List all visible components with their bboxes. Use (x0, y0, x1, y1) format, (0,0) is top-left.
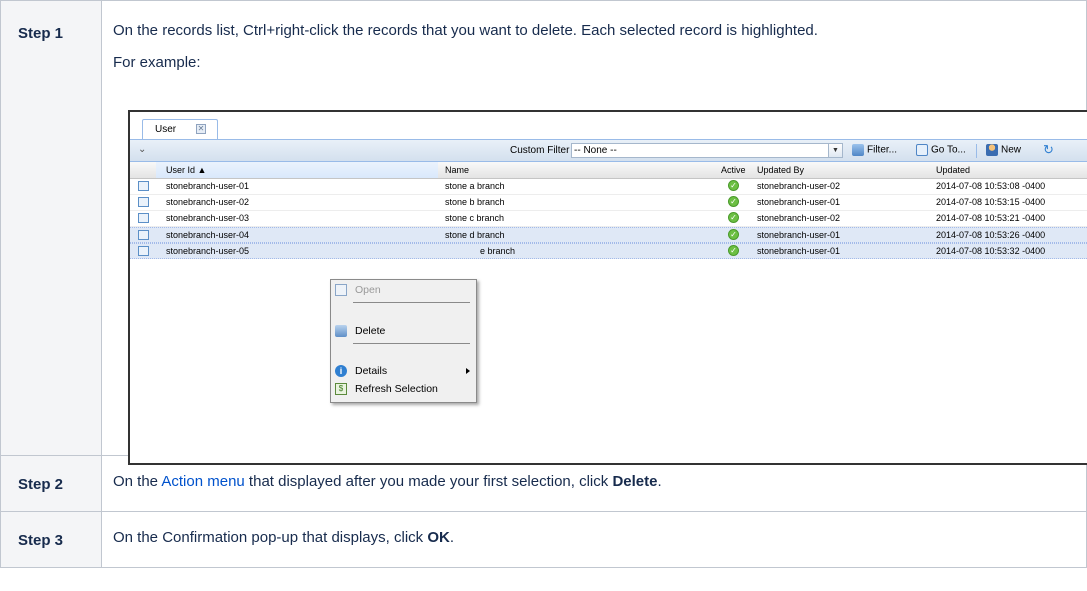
cell-user-id: stonebranch-user-02 (166, 197, 250, 207)
column-active[interactable]: Active (721, 165, 746, 175)
menu-item-open-label: Open (355, 284, 381, 296)
cell-user-id: stonebranch-user-05 (166, 246, 250, 256)
step-3-post: . (449, 529, 454, 546)
action-menu-link[interactable]: Action menu (161, 473, 244, 490)
step-2-post: . (657, 473, 662, 490)
step-2-pre: On the (113, 473, 162, 490)
context-menu: Open Delete i Details $ Refresh Selectio… (330, 279, 477, 403)
step-2-label: Step 2 (0, 455, 102, 512)
table-row[interactable]: stonebranch-user-03 stone c branch ✓ sto… (130, 211, 1087, 227)
cell-updated: 2014-07-08 10:53:15 -0400 (936, 197, 1046, 207)
filter-button[interactable]: Filter... (852, 144, 897, 156)
toolbar-separator (976, 144, 977, 158)
menu-item-details-label: Details (355, 365, 388, 377)
cell-updated-by: stonebranch-user-01 (757, 246, 841, 256)
step-3-bold: OK (427, 529, 450, 546)
go-to-icon (916, 144, 928, 156)
record-icon (138, 197, 149, 207)
info-icon: i (335, 365, 347, 377)
refresh-icon[interactable]: ↻ (1043, 142, 1054, 158)
cell-updated: 2014-07-08 10:53:32 -0400 (936, 246, 1046, 256)
menu-separator (353, 343, 470, 344)
chevron-down-icon[interactable]: ⌄ (138, 144, 146, 155)
active-check-icon: ✓ (728, 196, 739, 207)
user-icon (986, 144, 998, 156)
step-3-label: Step 3 (0, 511, 102, 568)
tab-user[interactable]: User ✕ (142, 119, 218, 139)
menu-item-delete-label: Delete (355, 325, 386, 337)
tab-user-label: User (155, 124, 177, 135)
step-1-label-text: Step 1 (18, 25, 64, 42)
example-screenshot: User ✕ ⌄ Custom Filter -- None -- ▼ Filt… (128, 110, 1087, 465)
open-icon (335, 284, 347, 296)
column-updated-by[interactable]: Updated By (757, 165, 804, 175)
record-icon (138, 246, 149, 256)
active-check-icon: ✓ (728, 245, 739, 256)
column-user-id[interactable]: User Id ▲ (166, 165, 206, 175)
filter-button-label: Filter... (867, 144, 898, 156)
cell-name: stone a branch (445, 181, 505, 191)
step-3-body: On the Confirmation pop-up that displays… (101, 511, 1087, 568)
step-2-bold: Delete (612, 473, 658, 490)
step-2-label-text: Step 2 (18, 476, 64, 493)
menu-item-delete[interactable]: Delete (331, 323, 476, 341)
new-button-label: New (1001, 144, 1022, 156)
step-3-text: On the Confirmation pop-up that displays… (113, 512, 1086, 546)
cell-updated-by: stonebranch-user-01 (757, 197, 841, 207)
table-row[interactable]: stonebranch-user-02 stone b branch ✓ sto… (130, 195, 1087, 211)
cell-updated-by: stonebranch-user-02 (757, 213, 841, 223)
submenu-arrow-icon (466, 368, 470, 374)
filter-icon (852, 144, 864, 156)
cell-updated-by: stonebranch-user-02 (757, 181, 841, 191)
menu-item-refresh-selection-label: Refresh Selection (355, 383, 438, 395)
grid-body: stonebranch-user-01 stone a branch ✓ sto… (130, 179, 1087, 259)
cell-user-id: stonebranch-user-01 (166, 181, 250, 191)
cell-user-id: stonebranch-user-04 (166, 230, 250, 240)
menu-item-details[interactable]: i Details (331, 363, 476, 381)
active-check-icon: ✓ (728, 212, 739, 223)
column-updated[interactable]: Updated (936, 165, 970, 175)
active-check-icon: ✓ (728, 229, 739, 240)
custom-filter-label: Custom Filter (510, 145, 570, 156)
step-2-mid: that displayed after you made your first… (244, 473, 613, 490)
custom-filter-select[interactable]: -- None -- ▼ (571, 143, 843, 158)
new-button[interactable]: New (986, 144, 1021, 156)
menu-separator (353, 302, 470, 303)
go-to-button[interactable]: Go To... (916, 144, 966, 156)
step-3-label-text: Step 3 (18, 532, 64, 549)
refresh-selection-icon: $ (335, 383, 347, 395)
menu-item-refresh-selection[interactable]: $ Refresh Selection (331, 381, 476, 399)
table-row[interactable]: stonebranch-user-04 stone d branch ✓ sto… (130, 227, 1087, 243)
cell-updated: 2014-07-08 10:53:21 -0400 (936, 213, 1046, 223)
step-1-example: For example: (113, 54, 201, 71)
step-1-label: Step 1 (0, 0, 102, 456)
cell-user-id: stonebranch-user-03 (166, 213, 250, 223)
cell-name: stone c branch (445, 213, 505, 223)
cell-name: e branch (480, 246, 516, 256)
record-icon (138, 213, 149, 223)
column-name[interactable]: Name (445, 165, 469, 175)
column-user-id-label: User Id (166, 165, 196, 175)
tab-bar: User ✕ (130, 112, 1087, 139)
cell-updated: 2014-07-08 10:53:26 -0400 (936, 230, 1046, 240)
step-3-pre: On the Confirmation pop-up that displays… (113, 529, 428, 546)
cell-updated-by: stonebranch-user-01 (757, 230, 841, 240)
delete-icon (335, 325, 347, 337)
cell-name: stone b branch (445, 197, 505, 207)
cell-updated: 2014-07-08 10:53:08 -0400 (936, 181, 1046, 191)
menu-item-open[interactable]: Open (331, 282, 476, 300)
go-to-button-label: Go To... (931, 144, 966, 156)
step-1-text: On the records list, Ctrl+right-click th… (113, 22, 818, 39)
table-row[interactable]: stonebranch-user-01 stone a branch ✓ sto… (130, 179, 1087, 195)
dropdown-arrow-icon[interactable]: ▼ (828, 143, 843, 158)
active-check-icon: ✓ (728, 180, 739, 191)
record-icon (138, 181, 149, 191)
record-icon (138, 230, 149, 240)
close-icon[interactable]: ✕ (196, 124, 206, 134)
cell-name: stone d branch (445, 230, 505, 240)
grid-header: User Id ▲ Name Active Updated By Updated (130, 162, 1087, 179)
custom-filter-value: -- None -- (574, 145, 617, 156)
table-row[interactable]: stonebranch-user-05 e branch ✓ stonebran… (130, 243, 1087, 259)
toolbar: ⌄ Custom Filter -- None -- ▼ Filter... G… (130, 139, 1087, 162)
